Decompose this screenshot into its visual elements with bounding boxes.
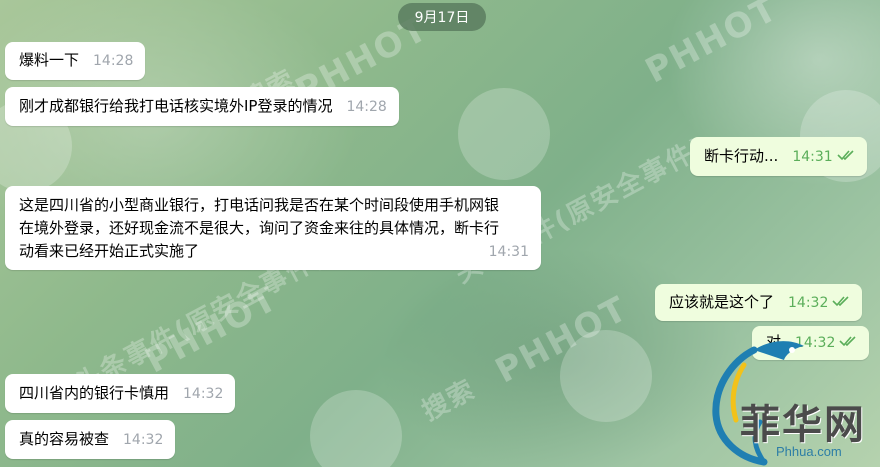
message-bubble-incoming[interactable]: 真的容易被查 14:32 [5, 420, 176, 459]
message-text: 这是四川省的小型商业银行，打电话问我是否在某个时间段使用手机网银在境外登录，还好… [19, 196, 500, 260]
message-text: 真的容易被查 [19, 430, 110, 448]
message-text: 对 [766, 333, 782, 351]
message-time: 14:32 [795, 335, 836, 351]
message-text: 爆料一下 [19, 51, 80, 69]
watermark-brand: PHHOT [489, 288, 635, 392]
date-divider: 9月17日 [398, 3, 486, 31]
message-text: 刚才成都银行给我打电话核实境外IP登录的情况 [19, 97, 333, 115]
message-bubble-incoming[interactable]: 这是四川省的小型商业银行，打电话问我是否在某个时间段使用手机网银在境外登录，还好… [5, 186, 541, 270]
message-time: 14:31 [488, 244, 529, 260]
message-time: 14:32 [788, 295, 829, 311]
message-bubble-outgoing[interactable]: 断卡行动... 14:31 [690, 137, 867, 176]
double-check-icon [832, 291, 852, 314]
site-logo-url: Phhua.com [776, 444, 842, 459]
message-text: 四川省内的银行卡慎用 [19, 384, 170, 402]
message-bubble-outgoing[interactable]: 对 14:32 [752, 326, 870, 360]
watermark-logo-circle [560, 330, 652, 422]
message-bubble-incoming[interactable]: 爆料一下 14:28 [5, 42, 146, 80]
message-time: 14:28 [93, 53, 134, 69]
double-check-icon [839, 331, 859, 354]
message-text: 断卡行动... [704, 147, 779, 165]
watermark-search-cn: 搜索 [417, 374, 481, 428]
watermark-brand: PHHOT [639, 0, 785, 92]
message-bubble-incoming[interactable]: 刚才成都银行给我打电话核实境外IP登录的情况 14:28 [5, 87, 399, 126]
watermark-logo-circle [458, 88, 550, 180]
watermark-logo-circle [310, 390, 402, 467]
site-logo-name: 菲华网 [740, 401, 866, 448]
message-time: 14:31 [792, 149, 833, 165]
double-check-icon [837, 145, 857, 168]
watermark-brand: PHHOT [139, 278, 285, 382]
message-time: 14:32 [123, 432, 164, 448]
message-time: 14:28 [346, 99, 387, 115]
message-bubble-outgoing[interactable]: 应该就是这个了 14:32 [655, 284, 863, 321]
message-text: 应该就是这个了 [669, 293, 775, 311]
message-time: 14:32 [183, 386, 224, 402]
message-bubble-incoming[interactable]: 四川省内的银行卡慎用 14:32 [5, 374, 236, 413]
